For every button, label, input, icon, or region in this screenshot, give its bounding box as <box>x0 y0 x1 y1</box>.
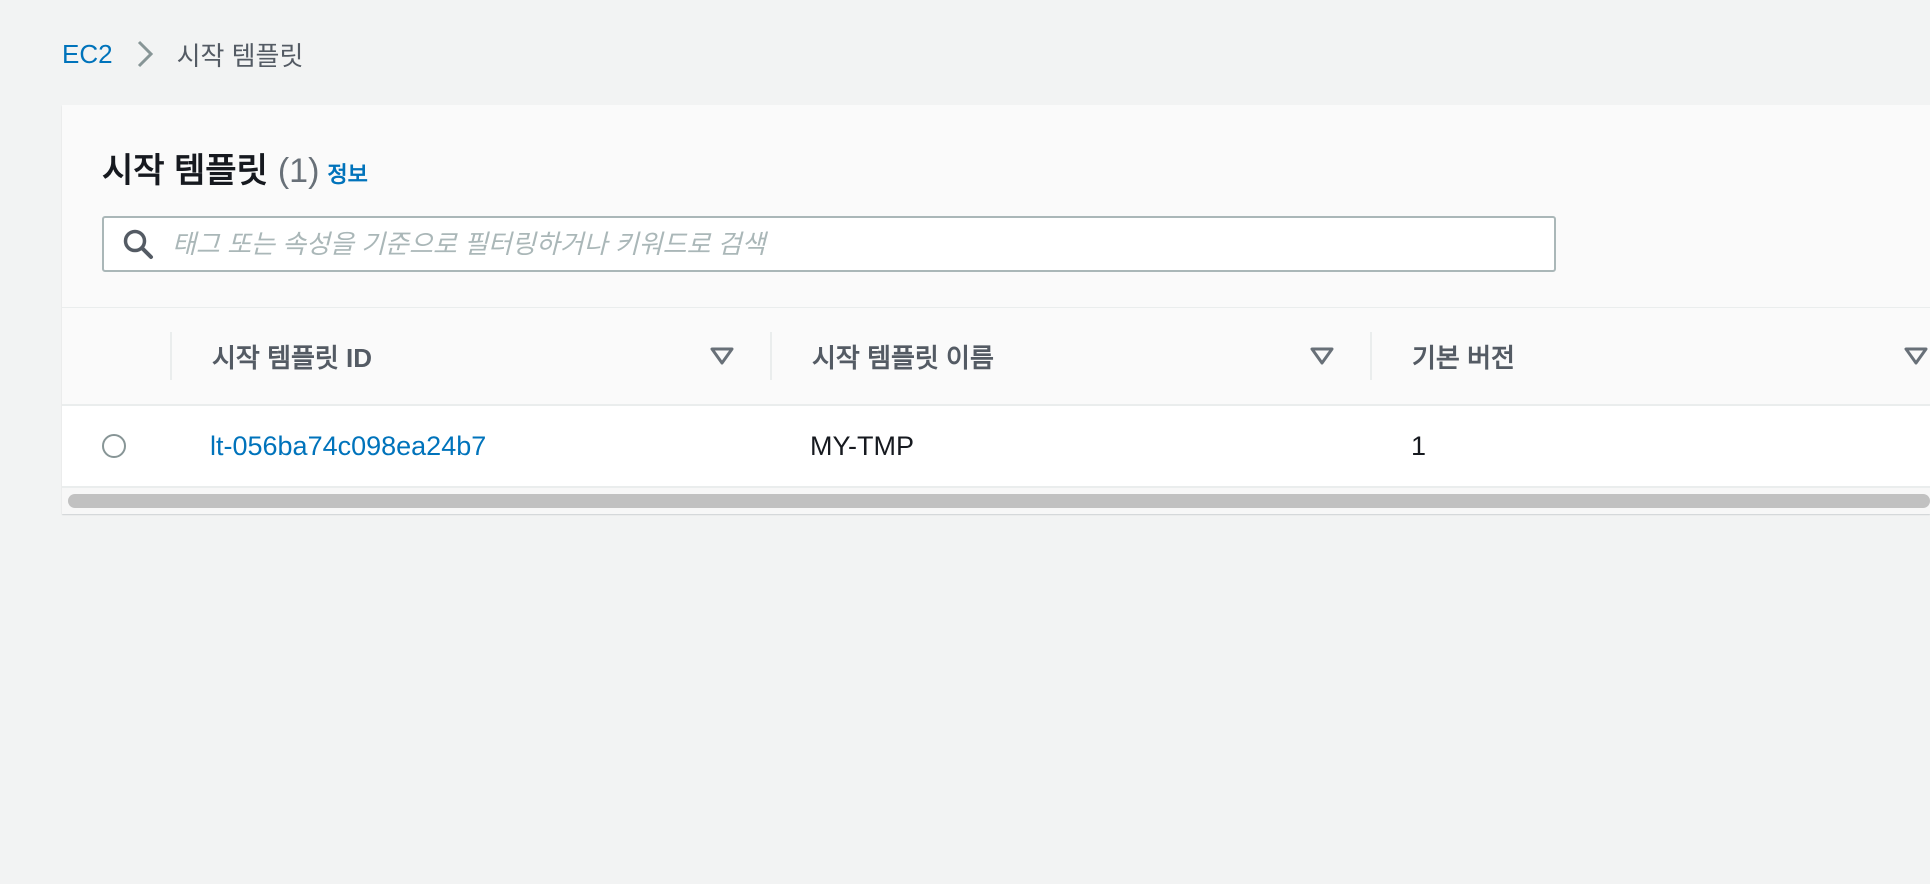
search-input[interactable] <box>170 223 1554 265</box>
info-link[interactable]: 정보 <box>327 157 367 189</box>
column-header-template-id[interactable]: 시작 템플릿 ID <box>212 308 372 404</box>
page: EC2 시작 템플릿 시작 템플릿 (1) 정보 태그 또는 속성을 기준으로 … <box>0 0 1930 884</box>
scrollbar-thumb[interactable] <box>68 494 1930 508</box>
sort-caret-down-icon[interactable] <box>1308 342 1336 370</box>
breadcrumb-current: 시작 템플릿 <box>176 40 304 71</box>
breadcrumb-link-ec2[interactable]: EC2 <box>62 39 113 70</box>
container-header: 시작 템플릿 (1) 정보 <box>62 105 1930 308</box>
page-title: 시작 템플릿 <box>102 152 268 190</box>
template-name: MY-TMP <box>810 430 915 461</box>
launch-templates-container: 시작 템플릿 (1) 정보 시작 템플릿 ID <box>62 105 1930 514</box>
cell-template-id: lt-056ba74c098ea24b7 <box>210 406 486 486</box>
template-id-link[interactable]: lt-056ba74c098ea24b7 <box>210 431 486 462</box>
search-icon <box>120 226 156 262</box>
breadcrumb: EC2 시작 템플릿 <box>62 34 303 74</box>
column-divider[interactable] <box>170 332 172 380</box>
sort-caret-down-icon[interactable] <box>1902 342 1930 370</box>
column-header-label: 시작 템플릿 이름 <box>812 342 994 373</box>
search-field[interactable] <box>102 216 1556 272</box>
sort-caret-down-icon[interactable] <box>708 342 736 370</box>
table-row[interactable]: lt-056ba74c098ea24b7 MY-TMP 1 <box>62 406 1930 488</box>
column-divider[interactable] <box>1370 332 1372 380</box>
column-header-label: 기본 버전 <box>1412 342 1515 373</box>
column-header-label: 시작 템플릿 ID <box>212 342 373 373</box>
default-version: 1 <box>1411 430 1427 461</box>
item-count: (1) <box>277 152 320 190</box>
cell-template-name: MY-TMP <box>810 406 914 486</box>
horizontal-scrollbar[interactable] <box>62 488 1930 514</box>
chevron-right-icon <box>125 34 165 74</box>
row-select-radio[interactable] <box>102 434 126 458</box>
cell-default-version: 1 <box>1411 406 1426 486</box>
column-header-template-name[interactable]: 시작 템플릿 이름 <box>812 308 994 404</box>
column-divider[interactable] <box>770 332 772 380</box>
column-header-default-version[interactable]: 기본 버전 <box>1412 308 1515 404</box>
table-header: 시작 템플릿 ID 시작 템플릿 이름 기본 버전 <box>62 308 1930 406</box>
title-row: 시작 템플릿 (1) 정보 <box>102 143 368 191</box>
